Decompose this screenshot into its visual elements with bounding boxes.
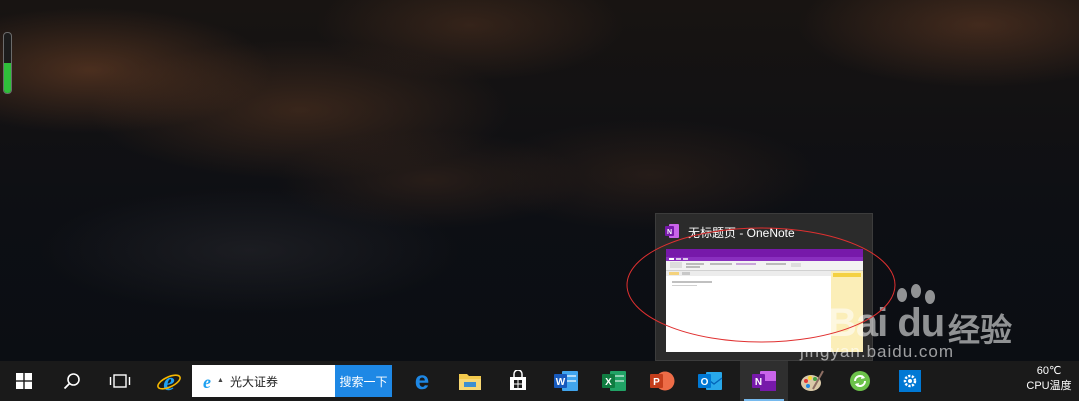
svg-text:W: W [556, 377, 566, 388]
taskbar: e e ▲ 光大证券 搜索一下 e W X P O N 60℃ CPU温度 [0, 361, 1079, 401]
preview-window-title: 无标题页 - OneNote [688, 226, 795, 240]
cpu-temperature-value: 60℃ [1036, 365, 1062, 377]
cpu-temperature-label: CPU温度 [1026, 380, 1072, 392]
store-icon [510, 370, 526, 390]
start-button[interactable] [0, 361, 48, 401]
svg-text:e: e [163, 368, 175, 394]
taskbar-app-file-explorer[interactable] [446, 361, 494, 401]
gear-icon [899, 370, 921, 392]
taskbar-app-outlook[interactable]: O [686, 361, 734, 401]
watermark-logo-cn: 经验 [948, 311, 1013, 349]
task-view-button[interactable] [96, 361, 144, 401]
taskbar-app-excel[interactable]: X [590, 361, 638, 401]
ie-icon: e [203, 373, 211, 391]
green-refresh-icon [850, 371, 870, 391]
taskbar-app-edge[interactable]: e [398, 361, 446, 401]
taskbar-app-settings[interactable] [886, 361, 934, 401]
baidu-search-box[interactable]: e ▲ 光大证券 [192, 365, 335, 397]
cpu-temperature-widget[interactable]: 60℃ CPU温度 [1022, 364, 1076, 394]
taskbar-app-paint[interactable] [788, 361, 836, 401]
taskbar-app-word[interactable]: W [542, 361, 590, 401]
taskbar-app-refresh[interactable] [836, 361, 884, 401]
taskbar-search-button[interactable] [48, 361, 96, 401]
svg-text:N: N [667, 229, 672, 236]
taskbar-app-internet-explorer[interactable]: e [145, 361, 193, 401]
powerpoint-icon: P [650, 371, 675, 391]
search-input-text[interactable]: 光大证券 [230, 373, 278, 390]
watermark-logo-text: Bai du [828, 301, 945, 345]
svg-text:N: N [755, 377, 762, 388]
taskbar-app-powerpoint[interactable]: P [638, 361, 686, 401]
search-submit-button[interactable]: 搜索一下 [335, 365, 392, 397]
svg-text:e: e [203, 373, 211, 391]
word-icon: W [554, 371, 578, 391]
folder-icon [459, 374, 481, 390]
svg-text:e: e [415, 369, 429, 393]
task-view-icon [109, 374, 131, 388]
svg-text:X: X [605, 377, 612, 388]
outlook-icon: O [698, 372, 723, 390]
onenote-icon: N [665, 224, 679, 238]
paint-icon [801, 370, 824, 391]
taskbar-app-onenote[interactable]: N [740, 361, 788, 401]
search-engine-dropdown-icon[interactable]: ▲ [217, 377, 224, 384]
excel-icon: X [602, 371, 626, 391]
edge-icon: e [415, 369, 429, 393]
ie-icon: e [157, 368, 181, 394]
svg-text:P: P [653, 377, 660, 388]
onenote-icon: N [752, 371, 776, 391]
windows-logo-icon [16, 373, 32, 389]
search-icon [63, 373, 80, 390]
taskbar-app-store[interactable] [494, 361, 542, 401]
watermark-url: jingyan.baidu.com [800, 342, 955, 361]
cpu-gauge-fill [4, 63, 11, 93]
svg-text:O: O [701, 377, 709, 388]
cpu-gauge [3, 32, 12, 94]
